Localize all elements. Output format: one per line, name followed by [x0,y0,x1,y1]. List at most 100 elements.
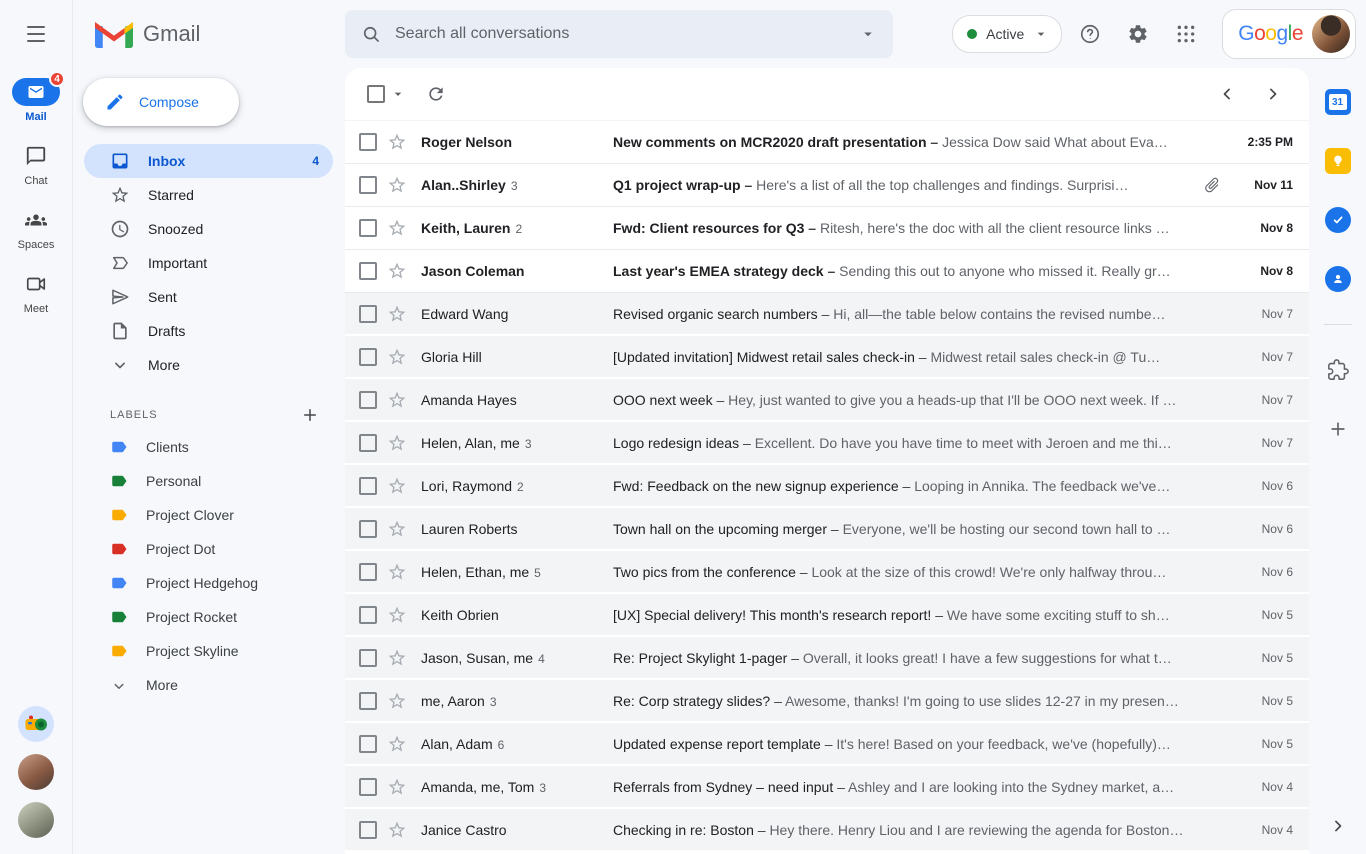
star-button[interactable] [387,648,407,668]
calendar-button[interactable]: 31 [1322,86,1354,118]
sidebar-item-starred[interactable]: Starred [84,178,333,212]
row-checkbox[interactable] [359,262,377,280]
star-button[interactable] [387,691,407,711]
sidebar-label-clients[interactable]: Clients [84,430,333,464]
search-options-caret-icon[interactable] [859,25,877,43]
chat-avatar-woman[interactable] [18,754,54,790]
email-row[interactable]: Jason, Susan, me 4 Re: Project Skylight 1-… [345,637,1309,680]
row-checkbox[interactable] [359,820,377,839]
star-button[interactable] [387,132,407,152]
row-checkbox[interactable] [359,133,377,151]
sidebar-label-project-dot[interactable]: Project Dot [84,532,333,566]
rail-item-mail[interactable]: 4 Mail [12,71,65,132]
star-button[interactable] [387,218,407,238]
email-row[interactable]: Lori, Raymond 2 Fwd: Feedback on the new s… [345,465,1309,508]
star-button[interactable] [387,390,407,410]
chat-avatar-man[interactable] [18,802,54,838]
sidebar-item-sent[interactable]: Sent [84,280,333,314]
email-row[interactable]: Amanda, me, Tom 3 Referrals from Sydney – … [345,766,1309,809]
row-checkbox[interactable] [359,734,377,753]
email-row[interactable]: Jason Coleman Last year's EMEA strategy d… [345,250,1309,293]
email-row[interactable]: me, Aaron 3 Re: Corp strategy slides? – Aw… [345,680,1309,723]
status-selector[interactable]: Active [952,15,1063,53]
rail-item-chat[interactable]: Chat [12,142,60,196]
row-checkbox[interactable] [359,648,377,667]
sidebar-labels-more[interactable]: More [84,668,333,702]
row-checkbox[interactable] [359,304,377,323]
star-button[interactable] [387,605,407,625]
row-checkbox[interactable] [359,605,377,624]
row-checkbox[interactable] [359,390,377,409]
settings-button[interactable] [1118,14,1158,54]
sidebar-item-drafts[interactable]: Drafts [84,314,333,348]
contacts-button[interactable] [1322,263,1354,295]
sidebar-item-more[interactable]: More [84,348,333,382]
row-checkbox[interactable] [359,777,377,796]
keep-button[interactable] [1322,145,1354,177]
email-row[interactable]: Gloria Hill [Updated invitation] Midwest … [345,336,1309,379]
row-checkbox[interactable] [359,433,377,452]
email-row[interactable]: Amanda Hayes OOO next week – Hey, just wa… [345,379,1309,422]
newer-page-button[interactable] [1217,84,1237,104]
select-caret-icon[interactable] [390,86,406,102]
email-row[interactable]: Alan..Shirley 3 Q1 project wrap-up – Here'… [345,164,1309,207]
star-button[interactable] [387,175,407,195]
star-button[interactable] [387,476,407,496]
sidebar-item-snoozed[interactable]: Snoozed [84,212,333,246]
sidebar-label-project-clover[interactable]: Project Clover [84,498,333,532]
email-row[interactable]: Keith Obrien [UX] Special delivery! This … [345,594,1309,637]
row-checkbox[interactable] [359,176,377,194]
star-button[interactable] [387,734,407,754]
star-button[interactable] [387,777,407,797]
sidebar-label-project-hedgehog[interactable]: Project Hedgehog [84,566,333,600]
apps-grid-button[interactable] [1166,14,1206,54]
sidebar-label-project-rocket[interactable]: Project Rocket [84,600,333,634]
sidebar-label-project-skyline[interactable]: Project Skyline [84,634,333,668]
star-button[interactable] [387,519,407,539]
help-button[interactable] [1070,14,1110,54]
row-checkbox[interactable] [359,476,377,495]
google-account-chip[interactable]: Google [1222,9,1356,59]
star-button[interactable] [387,347,407,367]
star-button[interactable] [387,433,407,453]
select-all-checkbox[interactable] [367,85,385,103]
compose-button[interactable]: Compose [83,78,239,126]
row-checkbox[interactable] [359,562,377,581]
search-input[interactable] [393,24,847,44]
row-checkbox[interactable] [359,347,377,366]
row-checkbox[interactable] [359,691,377,710]
star-button[interactable] [387,820,407,840]
rail-item-spaces[interactable]: Spaces [12,206,60,260]
account-avatar[interactable] [1312,15,1350,53]
email-row[interactable]: Helen, Alan, me 3 Logo redesign ideas – Ex… [345,422,1309,465]
status-caret-icon [1037,32,1045,36]
chat-avatar-camera[interactable] [18,706,54,742]
row-checkbox[interactable] [359,519,377,538]
email-row[interactable]: Lauren Roberts Town hall on the upcoming … [345,508,1309,551]
search-bar[interactable] [345,10,893,58]
hide-side-panel-button[interactable] [1328,816,1348,836]
email-row[interactable]: Helen, Ethan, me 5 Two pics from the confe… [345,551,1309,594]
email-row[interactable]: Keith, Lauren 2 Fwd: Client resources for … [345,207,1309,250]
star-button[interactable] [387,304,407,324]
rail-item-meet[interactable]: Meet [12,270,60,324]
get-addons-button[interactable] [1322,354,1354,386]
subject-snippet-separator: – [926,134,943,150]
email-row[interactable]: Edward Wang Revised organic search number… [345,293,1309,336]
add-panel-app-button[interactable] [1322,413,1354,445]
tasks-button[interactable] [1322,204,1354,236]
star-button[interactable] [387,261,407,281]
email-row[interactable]: Alan, Adam 6 Updated expense report templa… [345,723,1309,766]
sidebar-item-important[interactable]: Important [84,246,333,280]
row-checkbox[interactable] [359,219,377,237]
star-icon [388,305,406,321]
older-page-button[interactable] [1263,84,1283,104]
email-row[interactable]: Roger Nelson New comments on MCR2020 draf… [345,121,1309,164]
refresh-button[interactable] [426,84,446,104]
create-label-button[interactable] [301,406,319,424]
star-button[interactable] [387,562,407,582]
email-row[interactable]: Janice Castro Checking in re: Boston – He… [345,809,1309,852]
main-menu-button[interactable] [0,0,72,68]
sidebar-item-inbox[interactable]: Inbox 4 [84,144,333,178]
sidebar-label-personal[interactable]: Personal [84,464,333,498]
